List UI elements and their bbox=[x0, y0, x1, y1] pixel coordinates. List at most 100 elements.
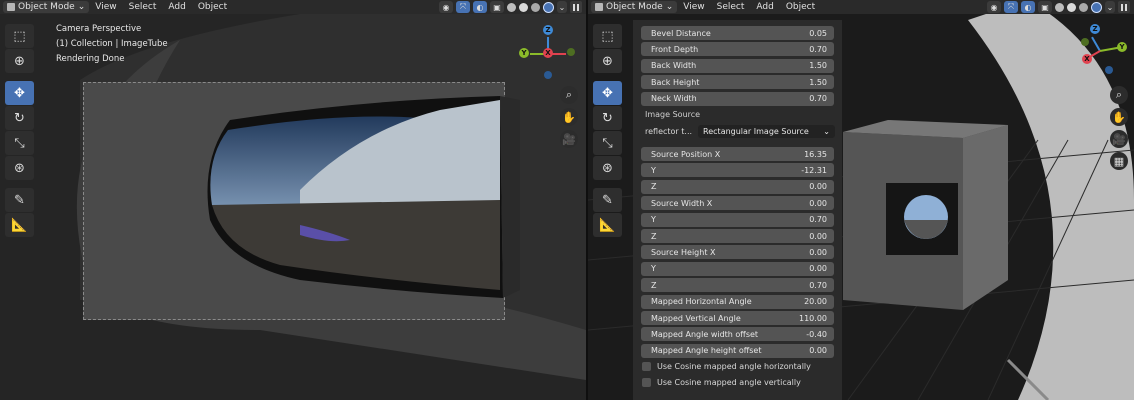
property-field[interactable]: Z 0.70 bbox=[641, 278, 834, 293]
overlay-toggle-icon[interactable]: ◐ bbox=[1021, 1, 1035, 13]
menu-object[interactable]: Object bbox=[192, 0, 233, 14]
property-value: -12.31 bbox=[801, 165, 827, 175]
z-axis-icon[interactable]: Z bbox=[1090, 24, 1100, 34]
rendered-shading-icon[interactable] bbox=[543, 1, 554, 13]
xray-icon[interactable]: ▣ bbox=[1038, 1, 1052, 13]
mode-select[interactable]: Object Mode ⌄ bbox=[3, 1, 90, 13]
solid-shading-icon[interactable] bbox=[1067, 2, 1076, 12]
neg-z-axis-icon[interactable] bbox=[1105, 66, 1113, 74]
menu-add[interactable]: Add bbox=[162, 0, 191, 14]
property-field[interactable]: Source Height X 0.00 bbox=[641, 245, 834, 260]
camera-icon[interactable]: 🎥 bbox=[1110, 130, 1128, 148]
xray-icon[interactable]: ▣ bbox=[490, 1, 504, 13]
pause-render-icon[interactable] bbox=[570, 1, 582, 13]
checkbox-row[interactable]: Use Cosine mapped angle vertically bbox=[642, 378, 801, 388]
move-icon[interactable]: ✥ bbox=[593, 81, 622, 105]
menu-view[interactable]: View bbox=[677, 0, 710, 14]
neg-y-axis-icon[interactable] bbox=[1081, 38, 1089, 46]
property-field[interactable]: Y 0.00 bbox=[641, 261, 834, 276]
select-box-icon[interactable]: ⬚ bbox=[593, 24, 622, 48]
checkbox[interactable] bbox=[642, 362, 651, 371]
property-label: Neck Width bbox=[651, 94, 697, 104]
zoom-icon[interactable]: ⌕ bbox=[1110, 86, 1128, 104]
rotate-icon[interactable]: ↻ bbox=[5, 106, 34, 130]
pan-hand-icon[interactable]: ✋ bbox=[1110, 108, 1128, 126]
property-field[interactable]: Y -12.31 bbox=[641, 163, 834, 178]
annotate-icon[interactable]: ✎ bbox=[593, 188, 622, 212]
left-viewport[interactable]: Object Mode ⌄ View Select Add Object ◉ ⤧… bbox=[0, 0, 586, 400]
annotate-icon[interactable]: ✎ bbox=[5, 188, 34, 212]
overlay-toggle-icon[interactable]: ◐ bbox=[473, 1, 487, 13]
collection-text: (1) Collection | ImageTube bbox=[56, 39, 168, 49]
menu-select[interactable]: Select bbox=[123, 0, 163, 14]
neg-y-axis-icon[interactable] bbox=[567, 48, 575, 56]
measure-icon[interactable]: 📐 bbox=[5, 213, 34, 237]
gizmo-toggle-icon[interactable]: ⤧ bbox=[456, 1, 470, 13]
viewport-nav-tools: ⌕ ✋ 🎥 ▦ bbox=[1110, 86, 1128, 170]
select-box-icon[interactable]: ⬚ bbox=[5, 24, 34, 48]
visibility-icon[interactable]: ◉ bbox=[439, 1, 453, 13]
reflector-type-dropdown[interactable]: Rectangular Image Source ⌄ bbox=[698, 124, 835, 138]
menu-add[interactable]: Add bbox=[750, 0, 779, 14]
wireframe-shading-icon[interactable] bbox=[1055, 2, 1064, 12]
shading-options-icon[interactable]: ⌄ bbox=[557, 1, 567, 13]
property-field[interactable]: Z 0.00 bbox=[641, 179, 834, 194]
chevron-down-icon: ⌄ bbox=[77, 2, 86, 12]
cursor-icon[interactable]: ⊕ bbox=[5, 49, 34, 73]
transform-icon[interactable]: ⊛ bbox=[5, 156, 34, 180]
material-shading-icon[interactable] bbox=[531, 2, 540, 12]
visibility-icon[interactable]: ◉ bbox=[987, 1, 1001, 13]
z-axis-icon[interactable]: Z bbox=[543, 25, 553, 35]
y-axis-icon[interactable]: Y bbox=[1117, 42, 1127, 52]
viewport-info: Camera Perspective (1) Collection | Imag… bbox=[56, 22, 168, 67]
menu-view[interactable]: View bbox=[89, 0, 122, 14]
shading-options-icon[interactable]: ⌄ bbox=[1105, 1, 1115, 13]
mode-select[interactable]: Object Mode ⌄ bbox=[591, 1, 678, 13]
checkbox[interactable] bbox=[642, 378, 651, 388]
gizmo-toggle-icon[interactable]: ⤧ bbox=[1004, 1, 1018, 13]
measure-icon[interactable]: 📐 bbox=[593, 213, 622, 237]
property-field[interactable]: Source Width X 0.00 bbox=[641, 196, 834, 211]
property-label: Bevel Distance bbox=[651, 28, 711, 38]
neg-z-axis-icon[interactable] bbox=[544, 71, 552, 79]
property-field[interactable]: Front Depth 0.70 bbox=[641, 42, 834, 57]
solid-shading-icon[interactable] bbox=[519, 2, 528, 12]
wireframe-shading-icon[interactable] bbox=[507, 2, 516, 12]
property-label: Source Position X bbox=[651, 149, 721, 159]
x-axis-icon[interactable]: X bbox=[1082, 54, 1092, 64]
camera-icon[interactable]: 🎥 bbox=[560, 130, 578, 148]
property-field[interactable]: Mapped Angle width offset -0.40 bbox=[641, 327, 834, 342]
x-axis-icon[interactable]: X bbox=[543, 48, 553, 58]
menu-object[interactable]: Object bbox=[780, 0, 821, 14]
property-field[interactable]: Source Position X 16.35 bbox=[641, 147, 834, 161]
property-field[interactable]: Mapped Angle height offset 0.00 bbox=[641, 343, 834, 358]
scale-icon[interactable]: ⤡ bbox=[5, 131, 34, 155]
cursor-icon[interactable]: ⊕ bbox=[593, 49, 622, 73]
menu-select[interactable]: Select bbox=[711, 0, 751, 14]
scale-icon[interactable]: ⤡ bbox=[593, 131, 622, 155]
checkbox-row[interactable]: Use Cosine mapped angle horizontally bbox=[642, 362, 811, 371]
property-value: 0.70 bbox=[809, 44, 827, 54]
property-field[interactable]: Back Width 1.50 bbox=[641, 58, 834, 73]
property-field[interactable]: Mapped Vertical Angle 110.00 bbox=[641, 311, 834, 325]
rotate-icon[interactable]: ↻ bbox=[593, 106, 622, 130]
right-viewport[interactable]: Object Mode ⌄ View Select Add Object ◉ ⤧… bbox=[588, 0, 1134, 400]
property-field[interactable]: Mapped Horizontal Angle 20.00 bbox=[641, 294, 834, 309]
pause-render-icon[interactable] bbox=[1118, 1, 1130, 13]
property-field[interactable]: Neck Width 0.70 bbox=[641, 91, 834, 106]
chevron-down-icon: ⌄ bbox=[823, 126, 830, 136]
property-field[interactable]: Bevel Distance 0.05 bbox=[641, 26, 834, 40]
material-shading-icon[interactable] bbox=[1079, 2, 1088, 12]
property-field[interactable]: Y 0.70 bbox=[641, 212, 834, 227]
pan-hand-icon[interactable]: ✋ bbox=[560, 108, 578, 126]
transform-icon[interactable]: ⊛ bbox=[593, 156, 622, 180]
property-field[interactable]: Back Height 1.50 bbox=[641, 75, 834, 90]
zoom-icon[interactable]: ⌕ bbox=[560, 86, 578, 104]
rendered-shading-icon[interactable] bbox=[1091, 1, 1102, 13]
grid-view-icon[interactable]: ▦ bbox=[1110, 152, 1128, 170]
navigation-gizmo[interactable]: Z Y X bbox=[1064, 22, 1134, 92]
property-field[interactable]: Z 0.00 bbox=[641, 229, 834, 243]
move-icon[interactable]: ✥ bbox=[5, 81, 34, 105]
y-axis-icon[interactable]: Y bbox=[519, 48, 529, 58]
navigation-gizmo[interactable]: Z X Y bbox=[513, 22, 583, 92]
